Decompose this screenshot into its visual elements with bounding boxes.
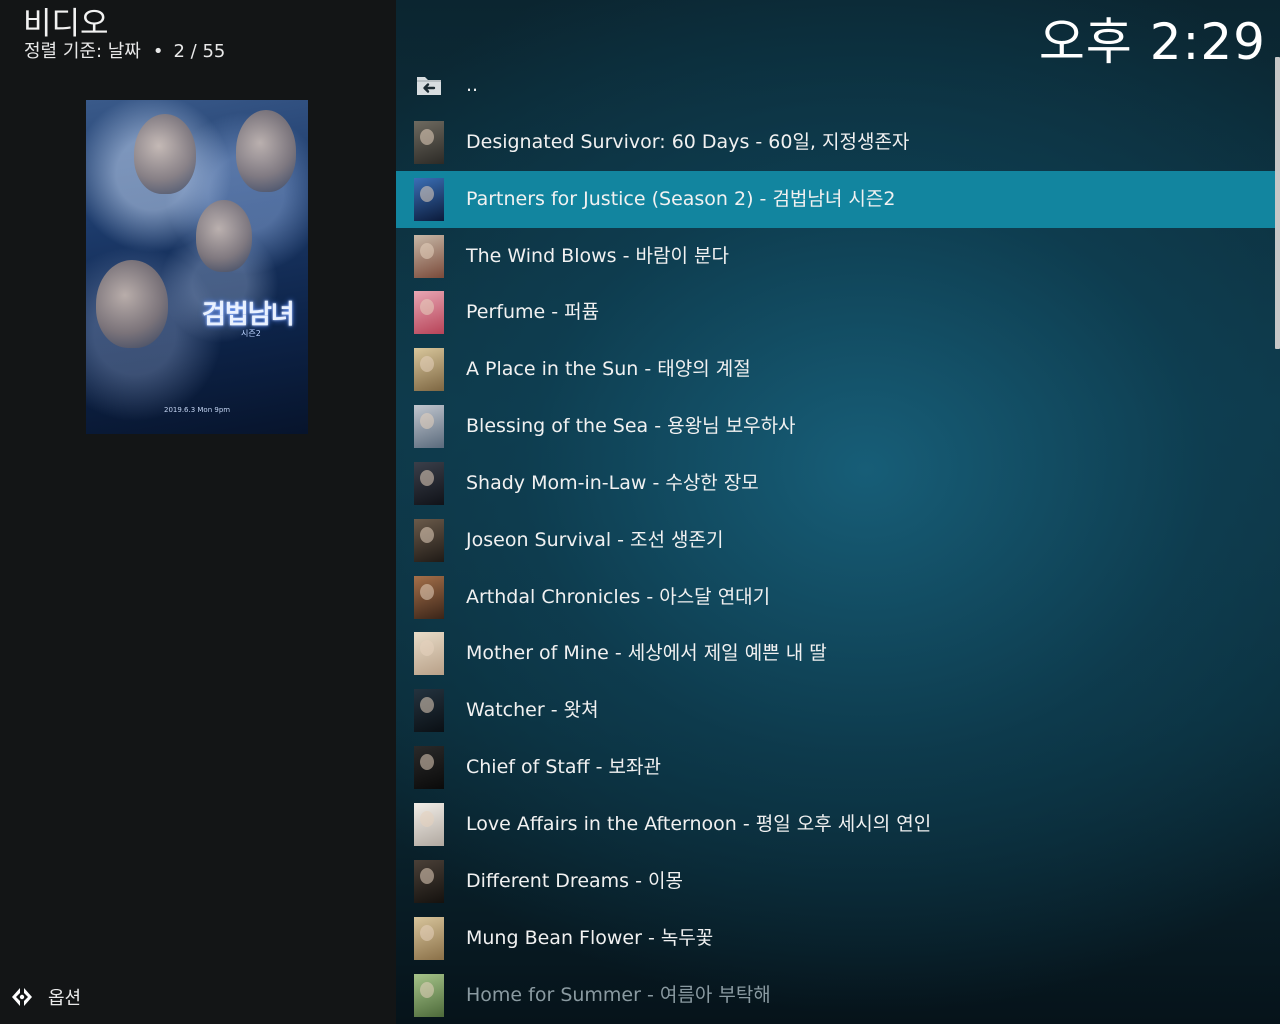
thumbnail: [414, 746, 444, 790]
list-item[interactable]: Different Dreams - 이몽: [396, 853, 1275, 910]
list-item[interactable]: Shady Mom-in-Law - 수상한 장모: [396, 455, 1275, 512]
thumbnail: [414, 461, 444, 505]
options-label: 옵션: [48, 988, 82, 1009]
list-item[interactable]: Love Affairs in the Afternoon - 평일 오후 세시…: [396, 796, 1275, 853]
list-item-label: Watcher - 왓쳐: [466, 699, 599, 722]
options-button[interactable]: 옵션: [10, 984, 81, 1010]
list-scrollbar[interactable]: [1275, 57, 1280, 349]
list-item[interactable]: Mother of Mine - 세상에서 제일 예쁜 내 딸: [396, 625, 1275, 682]
list-item[interactable]: Watcher - 왓쳐: [396, 682, 1275, 739]
list-item[interactable]: Arthdal Chronicles - 아스달 연대기: [396, 569, 1275, 626]
thumbnail: [414, 689, 444, 733]
sort-label: 정렬 기준: 날짜: [24, 41, 141, 62]
list-item-label: Love Affairs in the Afternoon - 평일 오후 세시…: [466, 812, 932, 835]
list-item[interactable]: Chief of Staff - 보좌관: [396, 739, 1275, 796]
list-item-label: The Wind Blows - 바람이 분다: [466, 244, 729, 267]
thumbnail: [414, 916, 444, 960]
poster-figure: [236, 110, 296, 192]
media-list: .. Designated Survivor: 60 Days - 60일, 지…: [396, 57, 1275, 1023]
list-item[interactable]: Designated Survivor: 60 Days - 60일, 지정생존…: [396, 114, 1275, 171]
thumbnail: [414, 973, 444, 1017]
thumbnail: [414, 120, 444, 164]
poster-figure: [196, 200, 252, 272]
folder-back-icon: [417, 77, 441, 95]
list-item-label: Home for Summer - 여름아 부탁해: [466, 983, 771, 1006]
list-item-label: A Place in the Sun - 태양의 계절: [466, 358, 751, 381]
list-item-label: Shady Mom-in-Law - 수상한 장모: [466, 471, 759, 494]
thumbnail: [414, 234, 444, 278]
list-item[interactable]: Blessing of the Sea - 용왕님 보우하사: [396, 398, 1275, 455]
list-item-label: Perfume - 퍼퓸: [466, 301, 600, 324]
poster-date: 2019.6.3 Mon 9pm: [164, 406, 231, 414]
poster-logo: 검법남녀: [202, 300, 295, 330]
list-panel: 오후 2:29 .. Designated Survivor: 60 Days …: [396, 0, 1280, 1024]
thumbnail: [414, 291, 444, 335]
thumbnail: [414, 802, 444, 846]
list-item-label: Joseon Survival - 조선 생존기: [466, 528, 724, 551]
separator-dot: •: [152, 41, 164, 62]
sort-info: 정렬 기준: 날짜 • 2 / 55: [24, 40, 225, 64]
list-item-label: Chief of Staff - 보좌관: [466, 756, 661, 779]
list-item-label: Different Dreams - 이몽: [466, 869, 683, 892]
parent-folder-item[interactable]: ..: [396, 57, 1275, 114]
thumbnail: [414, 859, 444, 903]
list-item[interactable]: Perfume - 퍼퓸: [396, 284, 1275, 341]
thumbnail: [414, 177, 444, 221]
options-arrows-icon: [12, 988, 32, 1006]
thumbnail: [414, 348, 444, 392]
window-title: 비디오: [23, 6, 109, 42]
thumbnail: [414, 575, 444, 619]
thumbnail: [414, 518, 444, 562]
list-item[interactable]: Mung Bean Flower - 녹두꽃: [396, 910, 1275, 967]
list-item-label: Mung Bean Flower - 녹두꽃: [466, 926, 714, 949]
poster-logo-sub: 시즌2: [241, 329, 261, 338]
poster-figure: [96, 260, 168, 348]
list-item-label: Designated Survivor: 60 Days - 60일, 지정생존…: [466, 130, 910, 153]
selected-poster: 검법남녀 시즌2 2019.6.3 Mon 9pm: [86, 100, 308, 434]
poster-figure: [134, 114, 196, 194]
list-item[interactable]: Partners for Justice (Season 2) - 검법남녀 시…: [396, 170, 1275, 228]
item-position: 2 / 55: [173, 41, 226, 62]
list-item-label: Mother of Mine - 세상에서 제일 예쁜 내 딸: [466, 642, 827, 665]
list-item-label: Arthdal Chronicles - 아스달 연대기: [466, 585, 771, 608]
thumbnail: [414, 405, 444, 449]
thumbnail: [414, 632, 444, 676]
list-item[interactable]: The Wind Blows - 바람이 분다: [396, 228, 1275, 285]
list-item-label: Partners for Justice (Season 2) - 검법남녀 시…: [466, 187, 896, 210]
parent-folder-label: ..: [466, 74, 479, 96]
list-item[interactable]: Joseon Survival - 조선 생존기: [396, 512, 1275, 569]
video-library-screen: 비디오 정렬 기준: 날짜 • 2 / 55 검법남녀 시즌2 2019.6.3 M…: [0, 0, 1280, 1024]
info-panel: 비디오 정렬 기준: 날짜 • 2 / 55 검법남녀 시즌2 2019.6.3 M…: [0, 0, 396, 1024]
list-item[interactable]: A Place in the Sun - 태양의 계절: [396, 341, 1275, 398]
list-item[interactable]: Home for Summer - 여름아 부탁해: [396, 967, 1275, 1024]
list-item-label: Blessing of the Sea - 용왕님 보우하사: [466, 415, 796, 438]
